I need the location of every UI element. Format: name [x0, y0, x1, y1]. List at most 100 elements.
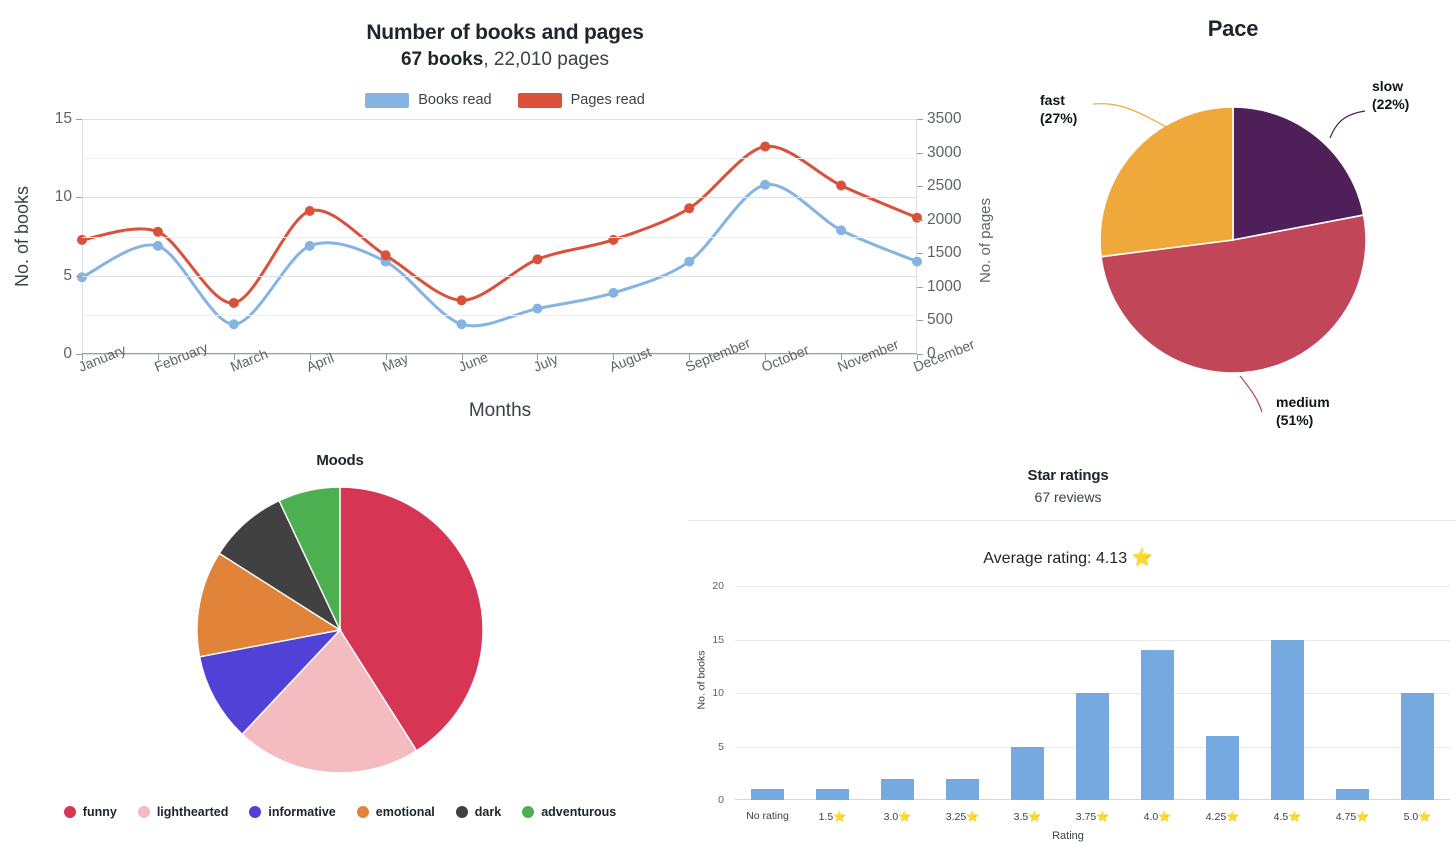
- pace-callout-line-medium: [1240, 376, 1262, 412]
- legend-label: Books read: [418, 92, 491, 108]
- bar[interactable]: [1206, 736, 1240, 800]
- pace-label-fast: fast (27%): [1040, 92, 1077, 127]
- dashboard-root: Number of books and pages 67 books, 22,0…: [0, 0, 1456, 851]
- tick-mark: [917, 153, 923, 154]
- y-axis-tick-right: 2000: [918, 211, 961, 229]
- data-point[interactable]: [836, 180, 846, 190]
- y-axis-tick-right: 500: [918, 311, 953, 329]
- tick-mark: [76, 197, 82, 198]
- legend-dot-icon: [138, 806, 150, 818]
- data-point[interactable]: [684, 203, 694, 213]
- legend-item-informative[interactable]: informative: [249, 805, 335, 819]
- data-point[interactable]: [532, 304, 542, 314]
- y-axis-tick-right: 1000: [918, 278, 961, 296]
- data-point[interactable]: [229, 319, 239, 329]
- legend-item-funny[interactable]: funny: [64, 805, 117, 819]
- star-ratings-title: Star ratings: [680, 467, 1456, 484]
- y-axis-tick: 10: [712, 687, 734, 699]
- gridline: [735, 640, 1450, 641]
- y-axis-left-label: No. of books: [12, 119, 34, 354]
- bar[interactable]: [1336, 789, 1370, 800]
- legend-item-lighthearted[interactable]: lighthearted: [138, 805, 229, 819]
- legend-item-emotional[interactable]: emotional: [357, 805, 435, 819]
- legend-dot-icon: [522, 806, 534, 818]
- y-axis-tick: 0: [718, 794, 734, 806]
- line-chart-plot-area: 0510150500100015002000250030003500: [82, 119, 917, 354]
- ratings-plot-area: 05101520: [735, 586, 1450, 800]
- pace-title: Pace: [1010, 16, 1456, 42]
- average-rating: Average rating: 4.13 ⭐: [680, 548, 1456, 568]
- y-axis-right-label: No. of pages: [975, 160, 997, 320]
- legend-item-dark[interactable]: dark: [456, 805, 501, 819]
- legend-item-books-read[interactable]: Books read: [365, 92, 491, 108]
- moods-legend: funny lighthearted informative emotional dar…: [0, 805, 680, 819]
- data-point[interactable]: [532, 254, 542, 264]
- legend-label: Pages read: [571, 92, 645, 108]
- bar[interactable]: [1011, 747, 1045, 801]
- legend-dot-icon: [249, 806, 261, 818]
- data-point[interactable]: [305, 241, 315, 251]
- bar[interactable]: [881, 779, 915, 800]
- tick-mark: [917, 287, 923, 288]
- data-point[interactable]: [153, 227, 163, 237]
- data-point[interactable]: [684, 257, 694, 267]
- legend-dot-icon: [456, 806, 468, 818]
- tick-mark: [917, 220, 923, 221]
- bar[interactable]: [946, 779, 980, 800]
- page-title: Number of books and pages: [0, 21, 1010, 45]
- gridline: [82, 197, 917, 198]
- legend-item-pages-read[interactable]: Pages read: [518, 92, 645, 108]
- bar[interactable]: [816, 789, 850, 800]
- average-rating-text: Average rating: 4.13: [983, 550, 1127, 567]
- legend-label: adventurous: [541, 805, 616, 819]
- legend-label: informative: [268, 805, 335, 819]
- x-axis-tick: 3.5⭐: [995, 810, 1060, 823]
- data-point[interactable]: [760, 142, 770, 152]
- line-series-pages-read: [82, 146, 917, 303]
- tick-mark: [76, 276, 82, 277]
- pace-callout-line-slow: [1330, 111, 1365, 138]
- data-point[interactable]: [608, 288, 618, 298]
- data-point[interactable]: [305, 206, 315, 216]
- legend-label: emotional: [376, 805, 435, 819]
- y-axis-tick-right: 2500: [918, 177, 961, 195]
- bar[interactable]: [1401, 693, 1435, 800]
- data-point[interactable]: [760, 180, 770, 190]
- bar[interactable]: [751, 789, 785, 800]
- data-point[interactable]: [457, 295, 467, 305]
- bar[interactable]: [1076, 693, 1110, 800]
- data-point[interactable]: [381, 250, 391, 260]
- data-point[interactable]: [836, 225, 846, 235]
- pace-label-slow: slow (22%): [1372, 78, 1409, 113]
- moods-pie-svg: [0, 470, 680, 810]
- tick-mark: [76, 119, 82, 120]
- ratings-y-axis-label: No. of books: [694, 620, 708, 740]
- x-axis-tick: December: [911, 336, 977, 375]
- x-axis-tick: 5.0⭐: [1385, 810, 1450, 823]
- bar[interactable]: [1271, 640, 1305, 801]
- legend-label: lighthearted: [157, 805, 229, 819]
- bar[interactable]: [1141, 650, 1175, 800]
- pie-slice[interactable]: [1100, 107, 1233, 257]
- legend-item-adventurous[interactable]: adventurous: [522, 805, 616, 819]
- y-axis-tick-right: 1500: [918, 244, 961, 262]
- legend-dot-icon: [357, 806, 369, 818]
- star-icon: ⭐: [1132, 548, 1153, 567]
- data-point[interactable]: [229, 298, 239, 308]
- y-axis-tick: 20: [712, 580, 734, 592]
- x-axis-tick: 4.25⭐: [1190, 810, 1255, 823]
- tick-mark: [917, 253, 923, 254]
- pace-chart: Pace fast (27%) slow (22%) medium (51%): [1010, 0, 1456, 440]
- legend-swatch-icon: [365, 93, 409, 108]
- divider: [688, 520, 1456, 521]
- x-axis-tick: 1.5⭐: [800, 810, 865, 823]
- pages-count: , 22,010 pages: [483, 49, 609, 70]
- x-axis-tick: 4.5⭐: [1255, 810, 1320, 823]
- gridline: [82, 119, 917, 120]
- data-point[interactable]: [457, 319, 467, 329]
- line-chart-legend: Books read Pages read: [0, 92, 1010, 108]
- y-axis-tick-right: 3000: [918, 144, 961, 162]
- star-ratings-subtitle: 67 reviews: [680, 489, 1456, 505]
- data-point[interactable]: [153, 241, 163, 251]
- gridline: [735, 586, 1450, 587]
